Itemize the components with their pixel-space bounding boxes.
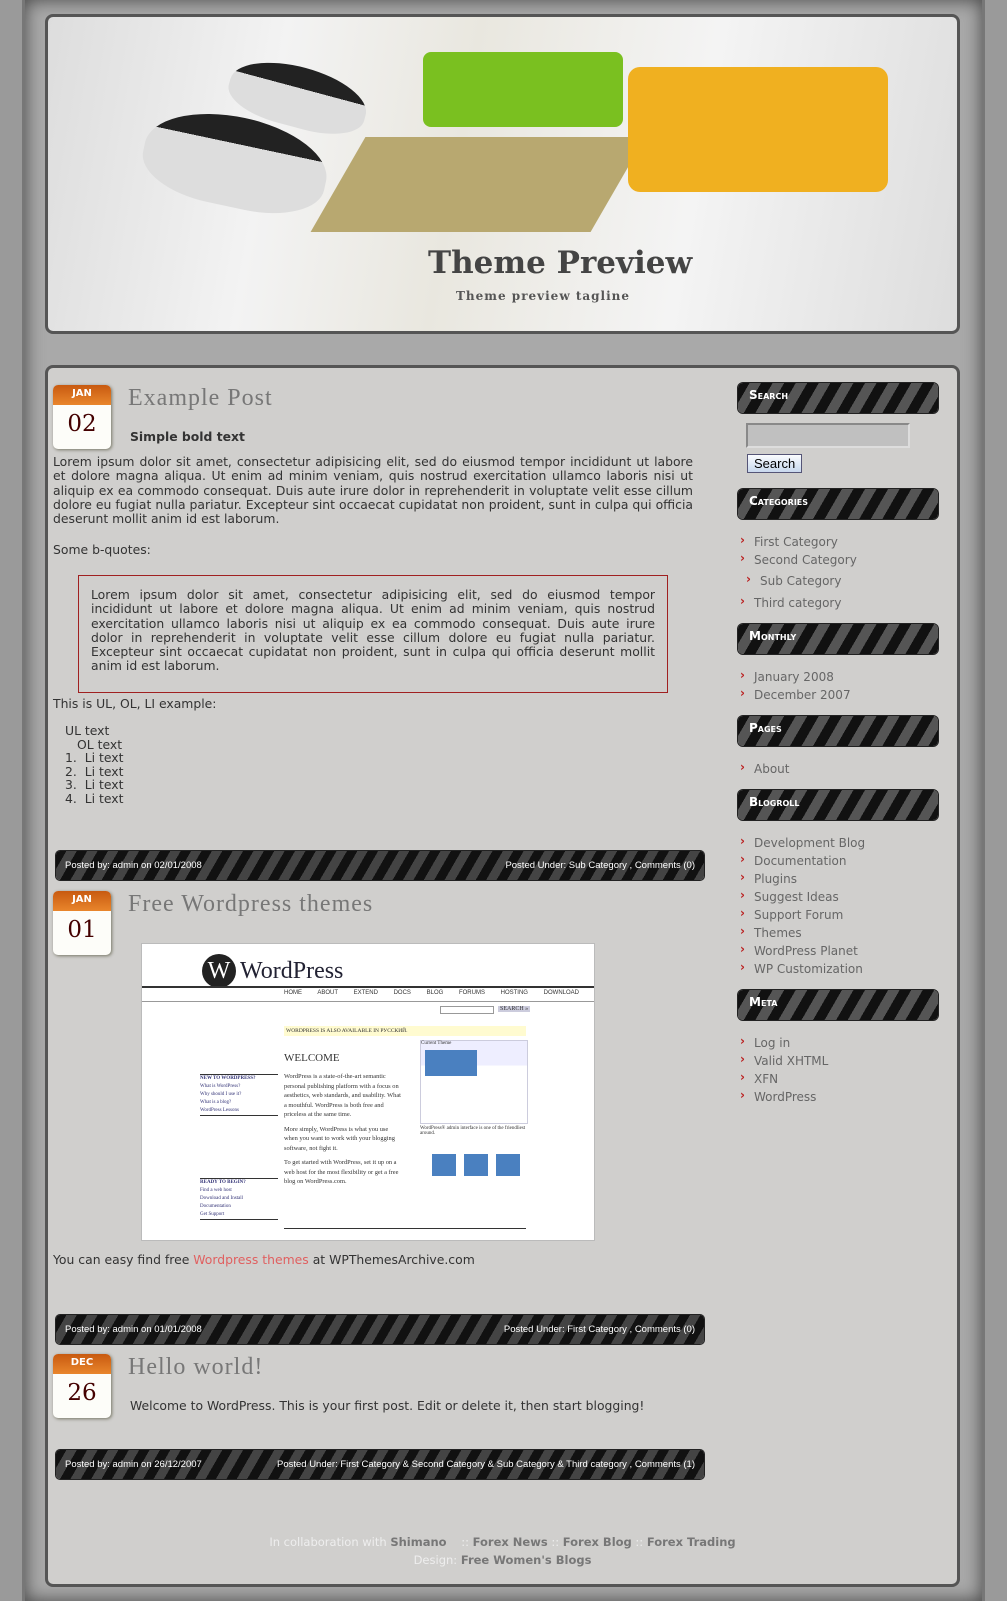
posted-under[interactable]: Posted Under: First Category , Comments … bbox=[504, 1324, 695, 1335]
post-meta-bar: Posted by: admin on 01/01/2008 Posted Und… bbox=[56, 1315, 704, 1344]
site-tagline: Theme preview tagline bbox=[456, 289, 631, 303]
blogroll-link[interactable]: WordPress Planet bbox=[738, 942, 938, 962]
wp-caption: WordPress® admin interface is one of the… bbox=[420, 1126, 526, 1136]
wordpress-themes-link[interactable]: Wordpress themes bbox=[193, 1252, 309, 1267]
post-paragraph: Lorem ipsum dolor sit amet, consectetur … bbox=[53, 454, 693, 527]
sidebar: Search Search Categories First Category … bbox=[738, 383, 938, 1118]
meta-link[interactable]: XFN bbox=[738, 1070, 938, 1090]
meta-link[interactable]: Log in bbox=[738, 1034, 938, 1054]
blogroll-link[interactable]: Suggest Ideas bbox=[738, 888, 938, 908]
blogroll-link[interactable]: Documentation bbox=[738, 852, 938, 872]
wp-notice: WORDPRESS IS ALSO AVAILABLE IN РУССКИЙ. bbox=[284, 1026, 526, 1036]
wp-search: SEARCH » bbox=[498, 1006, 531, 1012]
category-link[interactable]: Second Category bbox=[738, 551, 938, 571]
date-badge: JAN 01 bbox=[53, 891, 111, 955]
footer-link-shimano[interactable]: Shimano bbox=[390, 1535, 446, 1549]
li-item: 1. Li text bbox=[65, 750, 124, 765]
blogroll-link[interactable]: Plugins bbox=[738, 870, 938, 890]
ol-text: OL text bbox=[77, 736, 123, 752]
footer-link[interactable]: Forex Blog bbox=[563, 1535, 632, 1549]
wp-current-theme: Current Theme bbox=[420, 1040, 528, 1124]
bold-text: Simple bold text bbox=[130, 429, 245, 444]
widget-title-meta: Meta bbox=[738, 990, 938, 1020]
posted-by: Posted by: admin on 01/01/2008 bbox=[65, 1324, 202, 1335]
footer-design-link[interactable]: Free Women's Blogs bbox=[461, 1553, 592, 1567]
date-day: 02 bbox=[67, 411, 97, 437]
post-paragraph: Welcome to WordPress. This is your first… bbox=[130, 1398, 645, 1413]
blockquote: Lorem ipsum dolor sit amet, consectetur … bbox=[78, 575, 668, 693]
wp-ready-box: READY TO BEGIN? Find a web host Download a… bbox=[200, 1178, 278, 1220]
blogroll-link[interactable]: Development Blog bbox=[738, 834, 938, 854]
bquote-label: Some b-quotes: bbox=[53, 542, 151, 557]
widget-title-blogroll: Blogroll bbox=[738, 790, 938, 820]
posted-under[interactable]: Posted Under: Sub Category , Comments (0… bbox=[505, 860, 695, 871]
category-link[interactable]: First Category bbox=[738, 533, 938, 553]
widget-title-categories: Categories bbox=[738, 489, 938, 519]
header-banner: Theme Preview Theme preview tagline bbox=[45, 14, 960, 334]
widget-title-pages: Pages bbox=[738, 716, 938, 746]
post-paragraph: You can easy find free Wordpress themes … bbox=[53, 1252, 475, 1267]
meta-link[interactable]: Valid XHTML bbox=[738, 1052, 938, 1072]
post-meta-bar: Posted by: admin on 02/01/2008 Posted Und… bbox=[56, 851, 704, 880]
wp-welcome: WELCOME bbox=[284, 1052, 340, 1064]
footer-link[interactable]: Forex Trading bbox=[647, 1535, 736, 1549]
ul-text: UL text bbox=[65, 723, 110, 738]
blogroll-link[interactable]: Support Forum bbox=[738, 906, 938, 926]
yellow-sofa bbox=[628, 67, 888, 192]
widget-title-monthly: Monthly bbox=[738, 624, 938, 654]
footer-collab: In collaboration with bbox=[269, 1535, 391, 1549]
posted-under[interactable]: Posted Under: First Category & Second Ca… bbox=[277, 1459, 695, 1470]
date-month: JAN bbox=[53, 891, 111, 911]
green-sofa bbox=[423, 52, 623, 127]
footer-design-label: Design: bbox=[413, 1553, 461, 1567]
date-day: 26 bbox=[67, 1380, 97, 1406]
post-title[interactable]: Hello world! bbox=[128, 1354, 263, 1381]
site-title[interactable]: Theme Preview bbox=[428, 245, 692, 281]
blogroll-link[interactable]: WP Customization bbox=[738, 960, 938, 980]
widget-title-search: Search bbox=[738, 383, 938, 413]
list-example: UL text OL text 1. Li text 2. Li text 3.… bbox=[65, 724, 123, 805]
date-day: 01 bbox=[67, 917, 97, 943]
li-item: 4. Li text bbox=[65, 790, 124, 806]
blogroll-link[interactable]: Themes bbox=[738, 924, 938, 944]
footer: In collaboration with Shimano :: Forex N… bbox=[269, 1535, 736, 1567]
date-badge: JAN 02 bbox=[53, 385, 111, 449]
footer-link[interactable]: Forex News bbox=[473, 1535, 548, 1549]
posted-by: Posted by: admin on 02/01/2008 bbox=[65, 860, 202, 871]
post-title[interactable]: Example Post bbox=[128, 385, 273, 412]
category-link[interactable]: Sub Category bbox=[738, 572, 938, 592]
li-item: 3. Li text bbox=[65, 777, 124, 792]
posted-by: Posted by: admin on 26/12/2007 bbox=[65, 1459, 202, 1470]
date-badge: DEC 26 bbox=[53, 1354, 111, 1418]
archive-link[interactable]: December 2007 bbox=[738, 686, 938, 706]
page-link[interactable]: About bbox=[738, 760, 938, 780]
content-area: JAN 02 Example Post Simple bold text Lore… bbox=[45, 365, 960, 1587]
floor-rug bbox=[310, 137, 646, 232]
wp-body: WordPress is a state-of-the-art semantic… bbox=[284, 1073, 401, 1185]
wp-logo: W WordPress bbox=[202, 954, 343, 988]
search-input[interactable] bbox=[746, 423, 910, 448]
list-label: This is UL, OL, LI example: bbox=[53, 696, 217, 711]
meta-link[interactable]: WordPress bbox=[738, 1088, 938, 1108]
post-meta-bar: Posted by: admin on 26/12/2007 Posted Und… bbox=[56, 1450, 704, 1479]
wp-nav: HOME ABOUT EXTEND DOCS BLOG FORUMS HOSTI… bbox=[284, 990, 579, 996]
search-button[interactable]: Search bbox=[747, 454, 803, 473]
post-title[interactable]: Free Wordpress themes bbox=[128, 891, 373, 918]
date-month: JAN bbox=[53, 385, 111, 405]
wp-new-box: NEW TO WORDPRESS? What is WordPress? Why s… bbox=[200, 1074, 278, 1116]
archive-link[interactable]: January 2008 bbox=[738, 668, 938, 688]
date-month: DEC bbox=[53, 1354, 111, 1374]
li-item: 2. Li text bbox=[65, 763, 124, 779]
wordpress-screenshot: W WordPress HOME ABOUT EXTEND DOCS BLOG F… bbox=[141, 943, 595, 1241]
category-link[interactable]: Third category bbox=[738, 594, 938, 614]
